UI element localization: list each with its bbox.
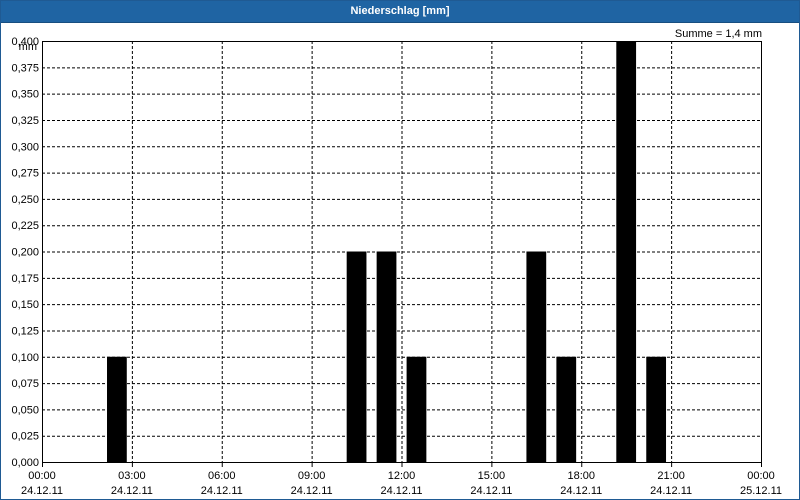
y-axis-unit-label: mm (19, 41, 37, 53)
x-tick-time-label: 18:00 (567, 470, 595, 482)
y-tick-label: 0,300 (11, 141, 39, 153)
x-tick-time-label: 03:00 (118, 470, 146, 482)
precipitation-bar (376, 251, 397, 462)
y-tick-label: 0,125 (11, 325, 39, 337)
y-tick-label: 0,150 (11, 299, 39, 311)
x-tick-date-label: 24.12.11 (650, 485, 692, 497)
y-tick-label: 0,050 (11, 404, 39, 416)
y-tick-label: 0,250 (11, 194, 39, 206)
precipitation-bar (406, 356, 427, 462)
y-tick-label: 0,100 (11, 352, 39, 364)
precipitation-bar (616, 41, 637, 462)
y-tick-label: 0,175 (11, 273, 39, 285)
precipitation-bar-chart: 0,000 0,025 0,050 0,075 0,100 0,125 0,150 0,175… (11, 36, 782, 497)
x-tick-time-label: 06:00 (208, 470, 236, 482)
x-tick-time-label: 12:00 (388, 470, 416, 482)
precipitation-bar (526, 251, 547, 462)
x-tick-date-label: 24.12.11 (21, 485, 63, 497)
precipitation-bar (107, 356, 127, 462)
x-tick-time-label: 21:00 (657, 470, 685, 482)
x-tick-date-label: 24.12.11 (560, 485, 602, 497)
y-tick-label: 0,075 (11, 378, 39, 390)
y-tick-label: 0,025 (11, 431, 39, 443)
x-tick-time-label: 00:00 (28, 470, 56, 482)
y-tick-label: 0,200 (11, 247, 39, 259)
x-tick-date-label: 25.12.11 (740, 485, 782, 497)
y-tick-label: 0,000 (11, 457, 39, 469)
x-tick-date-label: 24.12.11 (470, 485, 512, 497)
x-tick-time-label: 15:00 (478, 470, 506, 482)
chart-window: Niederschlag [mm] Summe = 1,4 mm 0,000 0,… (0, 0, 800, 500)
precipitation-bar (556, 356, 577, 462)
y-tick-label: 0,225 (11, 220, 39, 232)
y-tick-label: 0,375 (11, 62, 39, 74)
x-tick-date-label: 24.12.11 (111, 485, 153, 497)
precipitation-bar (346, 251, 367, 462)
y-tick-label: 0,325 (11, 115, 39, 127)
y-tick-label: 0,350 (11, 89, 39, 101)
x-tick-date-label: 24.12.11 (201, 485, 243, 497)
x-tick-time-label: 00:00 (747, 470, 775, 482)
x-tick-date-label: 24.12.11 (380, 485, 422, 497)
precipitation-bar (646, 356, 667, 462)
x-tick-date-label: 24.12.11 (291, 485, 333, 497)
x-tick-time-label: 09:00 (298, 470, 326, 482)
y-tick-label: 0,275 (11, 168, 39, 180)
